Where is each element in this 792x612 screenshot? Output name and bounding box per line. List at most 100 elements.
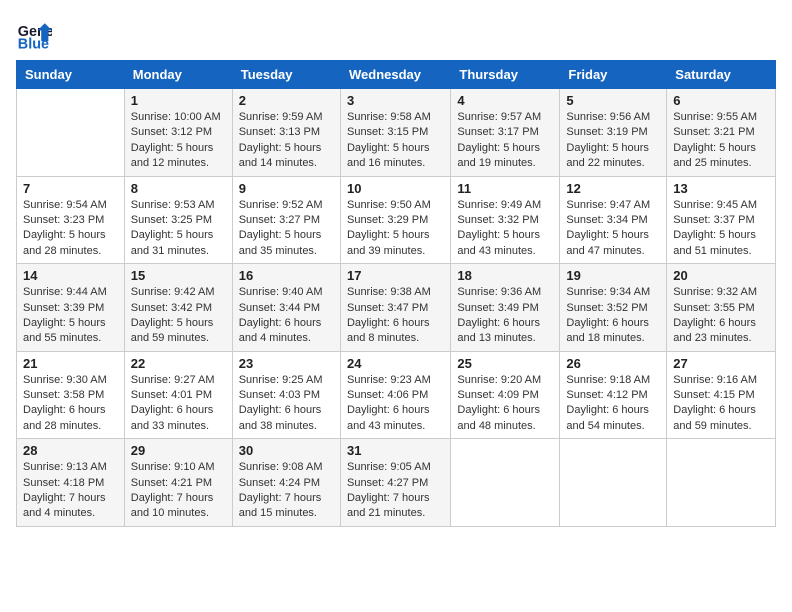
calendar-cell: 16Sunrise: 9:40 AM Sunset: 3:44 PM Dayli… xyxy=(232,264,340,352)
page-header: General Blue xyxy=(16,16,776,52)
week-row-2: 7Sunrise: 9:54 AM Sunset: 3:23 PM Daylig… xyxy=(17,176,776,264)
calendar-cell: 24 Sunrise: 9:23 AM Sunset: 4:06 PM Dayli… xyxy=(340,351,450,439)
day-number: 31 xyxy=(347,443,444,458)
calendar-cell: 11 Sunrise: 9:49 AM Sunset: 3:32 PM Dayli… xyxy=(451,176,560,264)
day-number: 21 xyxy=(23,356,118,371)
calendar-cell: 18 Sunrise: 9:36 AM Sunset: 3:49 PM Dayli… xyxy=(451,264,560,352)
calendar-cell: 14Sunrise: 9:44 AM Sunset: 3:39 PM Dayli… xyxy=(17,264,125,352)
week-row-4: 21 Sunrise: 9:30 AM Sunset: 3:58 PM Dayli… xyxy=(17,351,776,439)
calendar-cell: 10 Sunrise: 9:50 AM Sunset: 3:29 PM Dayli… xyxy=(340,176,450,264)
logo-icon: General Blue xyxy=(16,16,52,52)
day-info: Sunrise: 9:30 AM Sunset: 3:58 PM Dayligh… xyxy=(23,373,118,435)
calendar-cell xyxy=(451,439,560,527)
calendar-cell: 2Sunrise: 9:59 AM Sunset: 3:13 PM Daylig… xyxy=(232,89,340,177)
day-info: Sunrise: 9:20 AM Sunset: 4:09 PM Dayligh… xyxy=(457,373,553,435)
calendar-cell: 29 Sunrise: 9:10 AM Sunset: 4:21 PM Dayli… xyxy=(124,439,232,527)
day-number: 1 xyxy=(131,93,226,108)
day-number: 23 xyxy=(239,356,334,371)
day-info: Sunrise: 9:10 AM Sunset: 4:21 PM Dayligh… xyxy=(131,460,226,522)
dow-header-saturday: Saturday xyxy=(667,61,776,89)
dow-header-thursday: Thursday xyxy=(451,61,560,89)
day-info: Sunrise: 9:27 AM Sunset: 4:01 PM Dayligh… xyxy=(131,373,226,435)
calendar-cell: 15Sunrise: 9:42 AM Sunset: 3:42 PM Dayli… xyxy=(124,264,232,352)
calendar-cell: 6 Sunrise: 9:55 AM Sunset: 3:21 PM Daylig… xyxy=(667,89,776,177)
calendar-cell: 3 Sunrise: 9:58 AM Sunset: 3:15 PM Daylig… xyxy=(340,89,450,177)
calendar-table: SundayMondayTuesdayWednesdayThursdayFrid… xyxy=(16,60,776,527)
day-info: Sunrise: 9:13 AM Sunset: 4:18 PM Dayligh… xyxy=(23,460,118,522)
calendar-cell: 22 Sunrise: 9:27 AM Sunset: 4:01 PM Dayli… xyxy=(124,351,232,439)
day-number: 18 xyxy=(457,268,553,283)
calendar-cell: 19 Sunrise: 9:34 AM Sunset: 3:52 PM Dayli… xyxy=(560,264,667,352)
day-info: Sunrise: 9:53 AM Sunset: 3:25 PM Dayligh… xyxy=(131,198,226,260)
dow-header-tuesday: Tuesday xyxy=(232,61,340,89)
calendar-cell: 12Sunrise: 9:47 AM Sunset: 3:34 PM Dayli… xyxy=(560,176,667,264)
calendar-cell: 21 Sunrise: 9:30 AM Sunset: 3:58 PM Dayli… xyxy=(17,351,125,439)
day-info: Sunrise: 9:38 AM Sunset: 3:47 PM Dayligh… xyxy=(347,285,444,347)
day-number: 19 xyxy=(566,268,660,283)
calendar-body: 1 Sunrise: 10:00 AM Sunset: 3:12 PM Dayli… xyxy=(17,89,776,527)
calendar-cell xyxy=(17,89,125,177)
day-number: 24 xyxy=(347,356,444,371)
day-number: 29 xyxy=(131,443,226,458)
week-row-3: 14Sunrise: 9:44 AM Sunset: 3:39 PM Dayli… xyxy=(17,264,776,352)
day-of-week-header-row: SundayMondayTuesdayWednesdayThursdayFrid… xyxy=(17,61,776,89)
calendar-cell: 23Sunrise: 9:25 AM Sunset: 4:03 PM Dayli… xyxy=(232,351,340,439)
calendar-cell: 30Sunrise: 9:08 AM Sunset: 4:24 PM Dayli… xyxy=(232,439,340,527)
day-info: Sunrise: 9:57 AM Sunset: 3:17 PM Dayligh… xyxy=(457,110,553,172)
calendar-cell: 9 Sunrise: 9:52 AM Sunset: 3:27 PM Daylig… xyxy=(232,176,340,264)
calendar-cell: 4 Sunrise: 9:57 AM Sunset: 3:17 PM Daylig… xyxy=(451,89,560,177)
calendar-cell: 27Sunrise: 9:16 AM Sunset: 4:15 PM Dayli… xyxy=(667,351,776,439)
day-info: Sunrise: 9:49 AM Sunset: 3:32 PM Dayligh… xyxy=(457,198,553,260)
day-info: Sunrise: 9:50 AM Sunset: 3:29 PM Dayligh… xyxy=(347,198,444,260)
day-info: Sunrise: 10:00 AM Sunset: 3:12 PM Daylig… xyxy=(131,110,226,172)
dow-header-sunday: Sunday xyxy=(17,61,125,89)
day-number: 20 xyxy=(673,268,769,283)
day-info: Sunrise: 9:56 AM Sunset: 3:19 PM Dayligh… xyxy=(566,110,660,172)
day-number: 9 xyxy=(239,181,334,196)
day-info: Sunrise: 9:52 AM Sunset: 3:27 PM Dayligh… xyxy=(239,198,334,260)
day-info: Sunrise: 9:58 AM Sunset: 3:15 PM Dayligh… xyxy=(347,110,444,172)
day-info: Sunrise: 9:18 AM Sunset: 4:12 PM Dayligh… xyxy=(566,373,660,435)
logo: General Blue xyxy=(16,16,52,52)
day-info: Sunrise: 9:08 AM Sunset: 4:24 PM Dayligh… xyxy=(239,460,334,522)
day-number: 22 xyxy=(131,356,226,371)
day-info: Sunrise: 9:44 AM Sunset: 3:39 PM Dayligh… xyxy=(23,285,118,347)
day-info: Sunrise: 9:05 AM Sunset: 4:27 PM Dayligh… xyxy=(347,460,444,522)
day-number: 17 xyxy=(347,268,444,283)
calendar-cell: 7Sunrise: 9:54 AM Sunset: 3:23 PM Daylig… xyxy=(17,176,125,264)
day-number: 28 xyxy=(23,443,118,458)
calendar-cell: 26 Sunrise: 9:18 AM Sunset: 4:12 PM Dayli… xyxy=(560,351,667,439)
day-number: 13 xyxy=(673,181,769,196)
calendar-cell: 31 Sunrise: 9:05 AM Sunset: 4:27 PM Dayli… xyxy=(340,439,450,527)
day-info: Sunrise: 9:55 AM Sunset: 3:21 PM Dayligh… xyxy=(673,110,769,172)
day-info: Sunrise: 9:34 AM Sunset: 3:52 PM Dayligh… xyxy=(566,285,660,347)
calendar-cell xyxy=(560,439,667,527)
calendar-cell: 28 Sunrise: 9:13 AM Sunset: 4:18 PM Dayli… xyxy=(17,439,125,527)
day-number: 12 xyxy=(566,181,660,196)
day-info: Sunrise: 9:23 AM Sunset: 4:06 PM Dayligh… xyxy=(347,373,444,435)
day-number: 4 xyxy=(457,93,553,108)
day-number: 16 xyxy=(239,268,334,283)
day-number: 15 xyxy=(131,268,226,283)
calendar-cell: 17 Sunrise: 9:38 AM Sunset: 3:47 PM Dayli… xyxy=(340,264,450,352)
day-number: 2 xyxy=(239,93,334,108)
dow-header-wednesday: Wednesday xyxy=(340,61,450,89)
dow-header-friday: Friday xyxy=(560,61,667,89)
day-number: 6 xyxy=(673,93,769,108)
calendar-cell: 25 Sunrise: 9:20 AM Sunset: 4:09 PM Dayli… xyxy=(451,351,560,439)
calendar-cell: 8Sunrise: 9:53 AM Sunset: 3:25 PM Daylig… xyxy=(124,176,232,264)
day-number: 10 xyxy=(347,181,444,196)
calendar-cell xyxy=(667,439,776,527)
week-row-5: 28 Sunrise: 9:13 AM Sunset: 4:18 PM Dayli… xyxy=(17,439,776,527)
day-number: 11 xyxy=(457,181,553,196)
dow-header-monday: Monday xyxy=(124,61,232,89)
day-info: Sunrise: 9:45 AM Sunset: 3:37 PM Dayligh… xyxy=(673,198,769,260)
day-number: 26 xyxy=(566,356,660,371)
day-info: Sunrise: 9:36 AM Sunset: 3:49 PM Dayligh… xyxy=(457,285,553,347)
calendar-cell: 1 Sunrise: 10:00 AM Sunset: 3:12 PM Dayli… xyxy=(124,89,232,177)
day-number: 5 xyxy=(566,93,660,108)
day-number: 3 xyxy=(347,93,444,108)
week-row-1: 1 Sunrise: 10:00 AM Sunset: 3:12 PM Dayli… xyxy=(17,89,776,177)
day-number: 25 xyxy=(457,356,553,371)
day-info: Sunrise: 9:32 AM Sunset: 3:55 PM Dayligh… xyxy=(673,285,769,347)
